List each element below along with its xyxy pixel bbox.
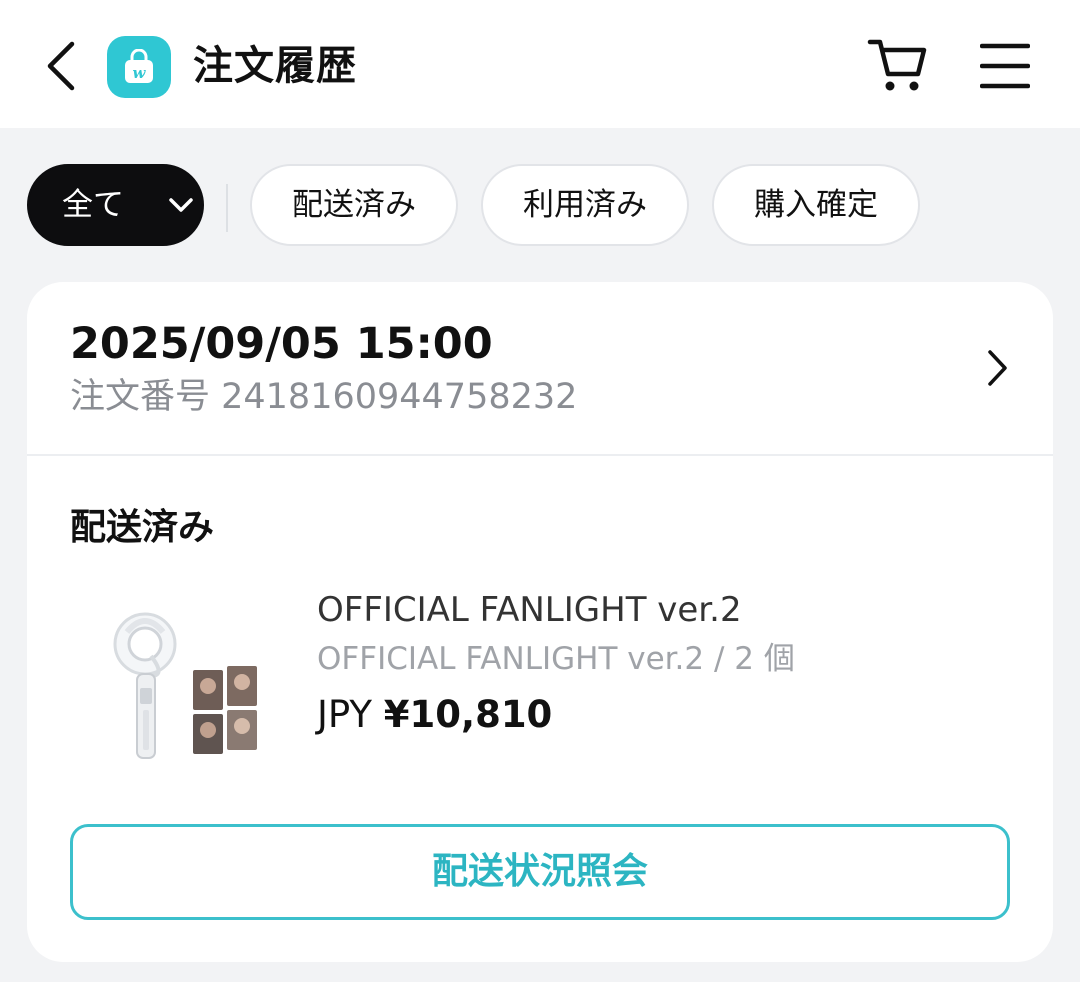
price-amount: ¥10,810 (383, 693, 553, 736)
cart-icon (867, 39, 927, 91)
back-button[interactable] (40, 38, 84, 94)
menu-button[interactable] (979, 42, 1031, 90)
filter-all-dropdown[interactable]: 全て (27, 164, 204, 246)
filter-chips: 全て 配送済み 利用済み 購入確定 (0, 162, 1080, 250)
chevron-down-icon (169, 198, 193, 212)
chevron-left-icon (47, 41, 75, 91)
product-name[interactable]: OFFICIAL FANLIGHT ver.2 (317, 588, 742, 632)
shipping-status: 配送済み (70, 507, 215, 548)
filter-chip-used[interactable]: 利用済み (481, 164, 689, 246)
hamburger-menu-icon (979, 43, 1031, 89)
filter-chip-confirmed[interactable]: 購入確定 (712, 164, 920, 246)
chevron-right-icon[interactable] (985, 348, 1009, 388)
product-option: OFFICIAL FANLIGHT ver.2 / 2 個 (317, 641, 795, 677)
card-divider (27, 454, 1053, 456)
product-image[interactable] (107, 604, 267, 764)
shopping-bag-icon: w (125, 49, 153, 83)
product-price: JPY ¥10,810 (317, 690, 552, 740)
order-card: 2025/09/05 15:00 注文番号 2418160944758232 配… (27, 282, 1053, 962)
track-shipping-button[interactable]: 配送状況照会 (70, 824, 1010, 920)
filter-all-label: 全て (62, 187, 124, 223)
page-title: 注文履歴 (193, 43, 357, 89)
chip-divider (226, 184, 228, 232)
cart-button[interactable] (866, 36, 930, 94)
order-number: 注文番号 2418160944758232 (70, 377, 578, 417)
order-date[interactable]: 2025/09/05 15:00 (70, 318, 493, 370)
price-currency: JPY (317, 693, 373, 736)
filter-chip-delivered[interactable]: 配送済み (250, 164, 458, 246)
app-header: w 注文履歴 (0, 0, 1080, 128)
logo-letter: w (133, 64, 147, 82)
app-logo: w (107, 36, 171, 98)
